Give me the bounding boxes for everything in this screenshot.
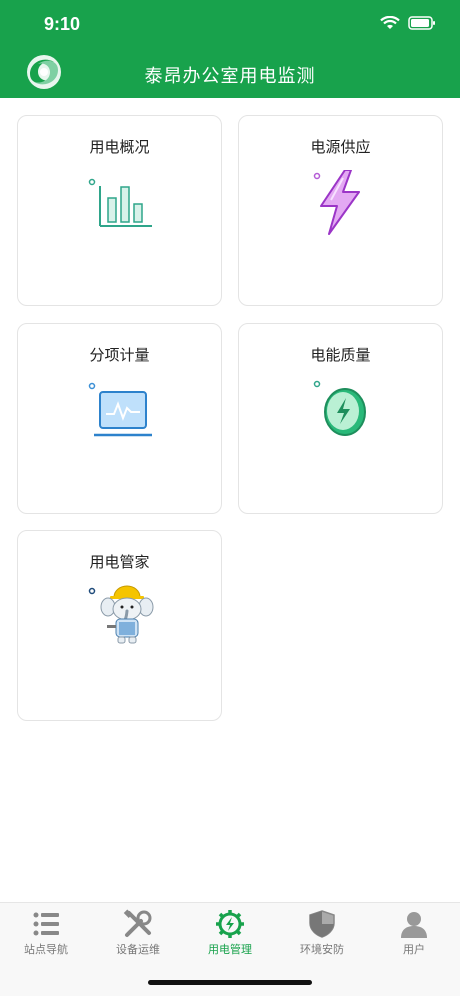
- card-itemized-metering[interactable]: 分项计量: [17, 323, 222, 514]
- battery-icon: [408, 16, 435, 30]
- user-icon: [401, 912, 427, 938]
- tab-power-management[interactable]: 用电管理: [184, 903, 276, 963]
- energy-coin-icon: [313, 380, 366, 436]
- home-indicator: [148, 980, 312, 985]
- tab-label: 站点导航: [24, 943, 68, 956]
- tab-environment-security[interactable]: 环境安防: [276, 903, 368, 963]
- card-power-butler[interactable]: 用电管家: [17, 530, 222, 721]
- list-icon: [33, 912, 59, 936]
- status-icons: [380, 16, 436, 30]
- power-gear-icon: [216, 910, 244, 938]
- app-header: 9:10 泰昂办公室用电监测: [0, 0, 460, 98]
- shield-icon: [309, 910, 335, 938]
- tab-label: 环境安防: [300, 943, 344, 956]
- mascot-elephant-icon: [88, 585, 154, 644]
- card-power-overview[interactable]: 用电概况: [17, 115, 222, 306]
- tab-label: 用电管理: [208, 943, 252, 956]
- lightning-bolt-icon: [313, 170, 360, 235]
- laptop-monitor-icon: [88, 382, 152, 437]
- tab-site-navigation[interactable]: 站点导航: [0, 903, 92, 963]
- card-power-supply[interactable]: 电源供应: [238, 115, 443, 306]
- tab-user[interactable]: 用户: [368, 903, 460, 963]
- tools-icon: [123, 909, 152, 937]
- wifi-icon: [380, 16, 400, 29]
- card-label: 电源供应: [310, 138, 371, 156]
- tab-label: 用户: [403, 943, 425, 956]
- card-label: 用电管家: [89, 553, 150, 571]
- bar-chart-icon: [88, 178, 152, 227]
- page-title: 泰昂办公室用电监测: [144, 66, 316, 87]
- card-power-quality[interactable]: 电能质量: [238, 323, 443, 514]
- tab-label: 设备运维: [116, 943, 160, 956]
- card-label: 用电概况: [89, 138, 150, 156]
- status-time: 9:10: [44, 14, 81, 34]
- card-label: 电能质量: [310, 346, 371, 364]
- card-label: 分项计量: [89, 346, 150, 364]
- tab-device-maintenance[interactable]: 设备运维: [92, 903, 184, 963]
